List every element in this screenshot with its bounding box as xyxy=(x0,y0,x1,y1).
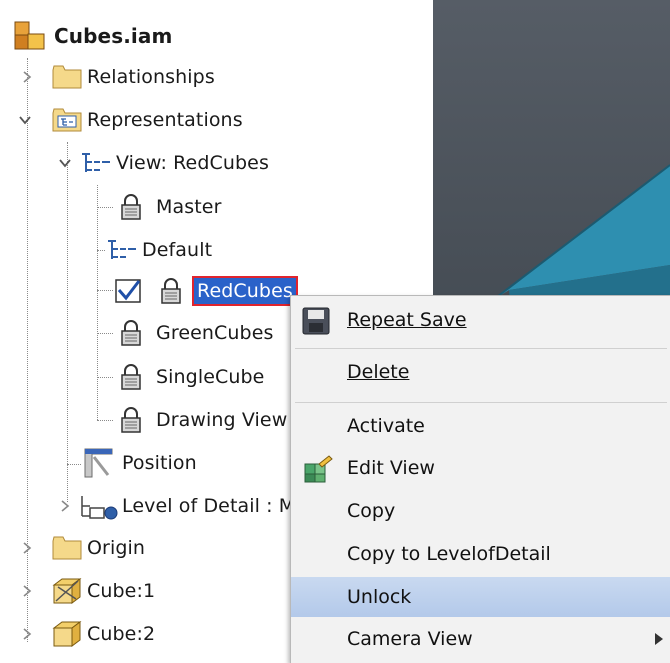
chevron-down-icon[interactable] xyxy=(58,156,72,170)
tree-item-label: GreenCubes xyxy=(156,322,274,344)
tree-line xyxy=(97,420,113,421)
tree-item-label: Representations xyxy=(87,109,243,131)
menu-item-edit-view[interactable]: Edit View xyxy=(291,448,670,488)
tree-item-label: Drawing View xyxy=(156,409,288,431)
chevron-down-icon[interactable] xyxy=(18,113,32,127)
menu-item-label: Unlock xyxy=(347,586,412,608)
context-menu: Repeat Save Delete Activate Edit View Co… xyxy=(290,295,670,663)
tree-line xyxy=(67,142,68,502)
chevron-right-icon[interactable] xyxy=(20,70,34,84)
tree-line xyxy=(97,333,113,334)
design-view-icon xyxy=(82,153,110,172)
menu-item-activate[interactable]: Activate xyxy=(291,406,670,446)
chevron-right-icon[interactable] xyxy=(58,499,72,513)
lock-icon xyxy=(121,194,141,220)
part-adaptive-icon xyxy=(52,578,82,604)
position-icon xyxy=(84,448,113,478)
folder-icon xyxy=(52,536,82,560)
menu-item-camera-view[interactable]: Camera View xyxy=(291,619,670,659)
folder-icon xyxy=(52,65,82,89)
edit-view-icon xyxy=(304,455,333,483)
tree-line xyxy=(97,250,105,251)
tree-item-label: Master xyxy=(156,196,222,218)
submenu-arrow-icon xyxy=(655,633,663,645)
tree-item-label: Position xyxy=(122,452,197,474)
lock-icon xyxy=(161,278,181,304)
tree-line xyxy=(97,290,113,291)
menu-item-repeat-save[interactable]: Repeat Save xyxy=(291,300,670,340)
tree-item-label: RedCubes xyxy=(192,276,298,306)
menu-item-label: Edit View xyxy=(347,457,435,479)
checkmark-icon xyxy=(115,279,141,303)
menu-item-label: Activate xyxy=(347,415,425,437)
menu-item-label: Copy to LevelofDetail xyxy=(347,543,551,565)
lock-icon xyxy=(121,320,141,346)
save-icon xyxy=(302,307,330,335)
chevron-right-icon[interactable] xyxy=(20,627,34,641)
design-view-icon xyxy=(108,240,136,259)
tree-item-label: SingleCube xyxy=(156,366,265,388)
menu-item-unlock[interactable]: Unlock xyxy=(291,577,670,617)
tree-item-label: Default xyxy=(142,239,213,261)
tree-line xyxy=(67,464,81,465)
tree-item-label: View: RedCubes xyxy=(116,152,269,174)
lock-icon xyxy=(121,407,141,433)
tree-line xyxy=(97,377,113,378)
menu-item-label: Camera View xyxy=(347,628,473,650)
lock-icon xyxy=(121,364,141,390)
tree-item-label: Relationships xyxy=(87,66,215,88)
chevron-right-icon[interactable] xyxy=(20,584,34,598)
menu-item-copy[interactable]: Copy xyxy=(291,491,670,531)
menu-item-label: Delete xyxy=(347,361,410,383)
tree-item-label: Cubes.iam xyxy=(54,24,173,48)
menu-separator xyxy=(295,402,667,403)
menu-separator xyxy=(295,348,667,349)
tree-item-label: Cube:2 xyxy=(87,623,156,645)
menu-item-copy-to-lod[interactable]: Copy to LevelofDetail xyxy=(291,534,670,574)
tree-line xyxy=(97,207,113,208)
level-of-detail-icon xyxy=(81,496,118,520)
representations-folder-icon xyxy=(52,108,82,132)
part-icon xyxy=(52,621,82,647)
assembly-icon xyxy=(14,21,45,50)
menu-item-delete[interactable]: Delete xyxy=(291,352,670,392)
tree-item-label: Origin xyxy=(87,537,146,559)
chevron-right-icon[interactable] xyxy=(20,541,34,555)
tree-item-label: Cube:1 xyxy=(87,580,156,602)
menu-item-label: Repeat Save xyxy=(347,309,467,331)
tree-line xyxy=(97,185,98,420)
menu-item-label: Copy xyxy=(347,500,396,522)
